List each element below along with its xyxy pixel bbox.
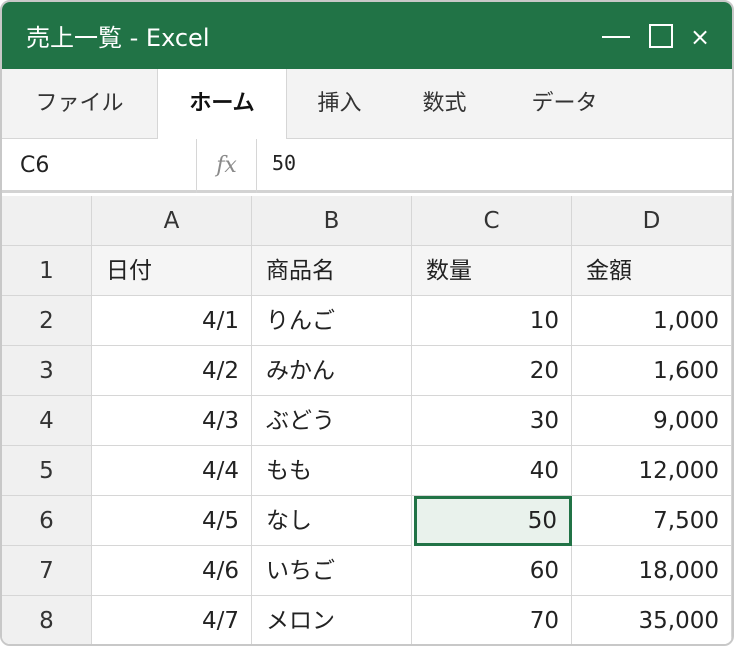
tab-home[interactable]: ホーム bbox=[157, 69, 287, 140]
cell-b8[interactable]: メロン bbox=[252, 596, 412, 644]
select-all-corner[interactable] bbox=[2, 196, 92, 246]
close-button[interactable]: × bbox=[686, 2, 716, 69]
cell-a5[interactable]: 4/4 bbox=[92, 446, 252, 496]
cell-d6[interactable]: 7,500 bbox=[572, 496, 732, 546]
cell-a4[interactable]: 4/3 bbox=[92, 396, 252, 446]
cell-d1[interactable]: 金額 bbox=[572, 246, 732, 296]
row-header-5[interactable]: 5 bbox=[2, 446, 92, 496]
window-title: 売上一覧 - Excel bbox=[26, 24, 210, 52]
fx-icon[interactable]: fx bbox=[197, 139, 257, 193]
name-box[interactable]: C6 bbox=[2, 139, 197, 193]
cell-b6[interactable]: なし bbox=[252, 496, 412, 546]
cell-c7[interactable]: 60 bbox=[412, 546, 572, 596]
spreadsheet-grid: A B C D 1 日付 商品名 数量 金額 2 4/1 りんご 10 1,00… bbox=[2, 196, 732, 644]
column-header-d[interactable]: D bbox=[572, 196, 732, 246]
row-header-3[interactable]: 3 bbox=[2, 346, 92, 396]
column-header-a[interactable]: A bbox=[92, 196, 252, 246]
row-header-7[interactable]: 7 bbox=[2, 546, 92, 596]
cell-b7[interactable]: いちご bbox=[252, 546, 412, 596]
cell-a3[interactable]: 4/2 bbox=[92, 346, 252, 396]
cell-d4[interactable]: 9,000 bbox=[572, 396, 732, 446]
row-header-6[interactable]: 6 bbox=[2, 496, 92, 546]
maximize-button[interactable] bbox=[648, 2, 676, 69]
row-header-2[interactable]: 2 bbox=[2, 296, 92, 346]
cell-a1[interactable]: 日付 bbox=[92, 246, 252, 296]
cell-d2[interactable]: 1,000 bbox=[572, 296, 732, 346]
tab-formulas[interactable]: 数式 bbox=[392, 69, 497, 139]
cell-a6[interactable]: 4/5 bbox=[92, 496, 252, 546]
cell-c3[interactable]: 20 bbox=[412, 346, 572, 396]
cell-c2[interactable]: 10 bbox=[412, 296, 572, 346]
cell-b1[interactable]: 商品名 bbox=[252, 246, 412, 296]
column-header-b[interactable]: B bbox=[252, 196, 412, 246]
cell-c1[interactable]: 数量 bbox=[412, 246, 572, 296]
cell-c4[interactable]: 30 bbox=[412, 396, 572, 446]
excel-window: 売上一覧 - Excel × ファイル ホーム 挿入 数式 データ C6 fx … bbox=[0, 0, 734, 646]
title-bar: 売上一覧 - Excel × bbox=[2, 2, 732, 69]
cell-b2[interactable]: りんご bbox=[252, 296, 412, 346]
tab-file[interactable]: ファイル bbox=[2, 69, 157, 139]
cell-b5[interactable]: もも bbox=[252, 446, 412, 496]
cell-a2[interactable]: 4/1 bbox=[92, 296, 252, 346]
maximize-icon bbox=[649, 24, 673, 48]
close-icon: × bbox=[690, 23, 711, 51]
cell-c5[interactable]: 40 bbox=[412, 446, 572, 496]
cell-b4[interactable]: ぶどう bbox=[252, 396, 412, 446]
cell-b3[interactable]: みかん bbox=[252, 346, 412, 396]
cell-d3[interactable]: 1,600 bbox=[572, 346, 732, 396]
tab-insert[interactable]: 挿入 bbox=[287, 69, 392, 139]
row-header-8[interactable]: 8 bbox=[2, 596, 92, 644]
row-header-4[interactable]: 4 bbox=[2, 396, 92, 446]
cell-a8[interactable]: 4/7 bbox=[92, 596, 252, 644]
row-header-1[interactable]: 1 bbox=[2, 246, 92, 296]
cell-d8[interactable]: 35,000 bbox=[572, 596, 732, 644]
ribbon-tabs: ファイル ホーム 挿入 数式 データ bbox=[2, 69, 732, 140]
formula-input[interactable]: 50 bbox=[272, 149, 296, 177]
cell-d5[interactable]: 12,000 bbox=[572, 446, 732, 496]
minimize-button[interactable] bbox=[602, 2, 632, 69]
cell-a7[interactable]: 4/6 bbox=[92, 546, 252, 596]
minimize-icon bbox=[602, 36, 630, 38]
column-header-c[interactable]: C bbox=[412, 196, 572, 246]
formula-bar: C6 fx 50 bbox=[2, 139, 732, 193]
cell-c8[interactable]: 70 bbox=[412, 596, 572, 644]
cell-d7[interactable]: 18,000 bbox=[572, 546, 732, 596]
cell-c6-selected[interactable]: 50 bbox=[414, 496, 572, 546]
tab-data[interactable]: データ bbox=[497, 69, 632, 139]
